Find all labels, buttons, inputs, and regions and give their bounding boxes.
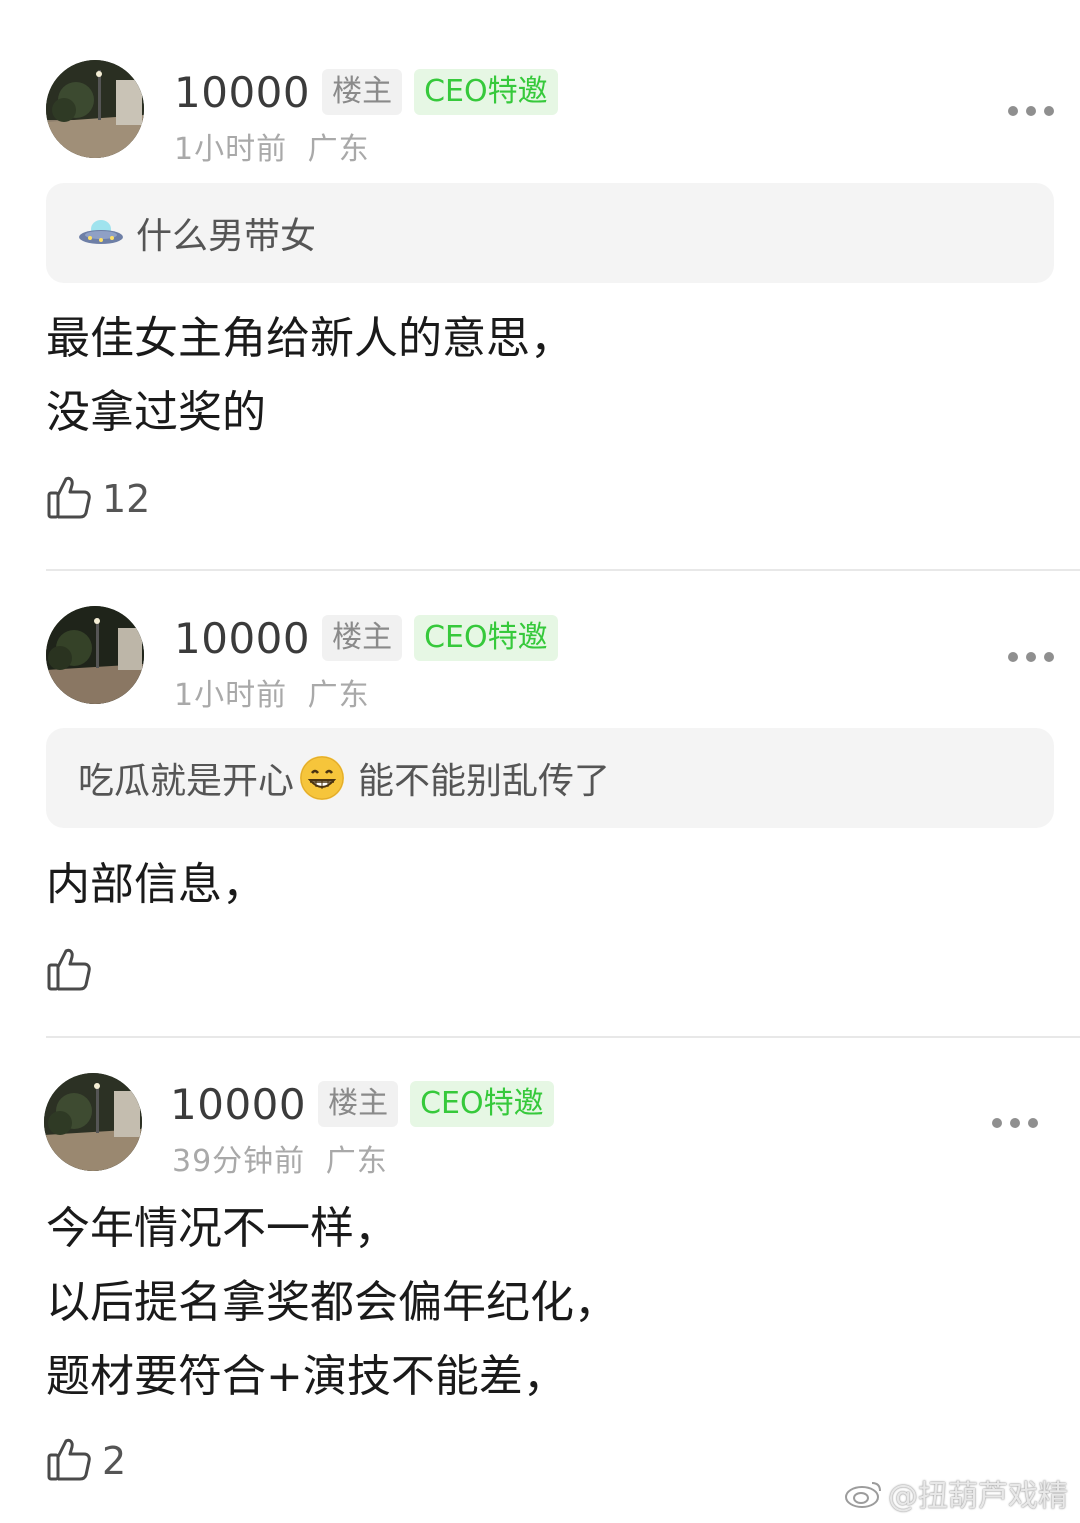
quoted-text: 什么男带女 [136, 216, 317, 257]
username[interactable]: 10000 [174, 68, 310, 117]
comment-body: 今年情况不一样， 以后提名拿奖都会偏年纪化， 题材要符合+演技不能差， [46, 1192, 618, 1414]
thumbs-up-icon [46, 1436, 92, 1486]
post-meta: 1小时前 广东 [174, 670, 370, 714]
like-button[interactable]: 2 [46, 1436, 126, 1486]
divider [46, 569, 1080, 571]
more-options-icon[interactable] [1008, 104, 1054, 118]
ceo-badge: CEO特邀 [410, 1081, 554, 1127]
comment-line: 今年情况不一样， [46, 1203, 398, 1254]
comment-line: 题材要符合+演技不能差， [46, 1351, 567, 1402]
ufo-icon [78, 215, 124, 251]
username[interactable]: 10000 [170, 1080, 306, 1129]
post-location: 广东 [307, 132, 370, 167]
quoted-reply[interactable]: 吃瓜就是开心 能不能别乱传了 [46, 728, 1054, 828]
like-count: 12 [102, 477, 151, 521]
avatar[interactable] [44, 1073, 142, 1171]
name-row: 10000 楼主 CEO特邀 [174, 612, 558, 664]
quoted-text: 吃瓜就是开心 [78, 761, 295, 802]
username[interactable]: 10000 [174, 614, 310, 663]
weibo-logo-icon [844, 1477, 884, 1509]
ceo-badge: CEO特邀 [414, 69, 558, 115]
name-row: 10000 楼主 CEO特邀 [170, 1078, 554, 1130]
quoted-text-after: 能不能别乱传了 [358, 761, 611, 802]
thumbs-up-icon [46, 946, 92, 996]
watermark: @扭葫芦戏精 [844, 1471, 1068, 1515]
more-options-icon[interactable] [992, 1116, 1038, 1130]
like-count: 2 [102, 1439, 127, 1483]
quoted-reply[interactable]: 什么男带女 [46, 183, 1054, 283]
watermark-text: @扭葫芦戏精 [888, 1479, 1068, 1514]
post-meta: 1小时前 广东 [174, 124, 370, 168]
more-options-icon[interactable] [1008, 650, 1054, 664]
post-meta: 39分钟前 广东 [172, 1136, 388, 1180]
post-location: 广东 [307, 678, 370, 713]
divider [46, 1036, 1080, 1038]
post-time: 1小时前 [174, 132, 288, 167]
host-badge: 楼主 [318, 1081, 399, 1127]
thumbs-up-icon [46, 474, 92, 524]
avatar[interactable] [46, 60, 144, 158]
ceo-badge: CEO特邀 [414, 615, 558, 661]
comment-line: 以后提名拿奖都会偏年纪化， [46, 1277, 618, 1328]
host-badge: 楼主 [322, 615, 403, 661]
like-button[interactable] [46, 946, 102, 996]
like-button[interactable]: 12 [46, 474, 150, 524]
host-badge: 楼主 [322, 69, 403, 115]
avatar[interactable] [46, 606, 144, 704]
post-location: 广东 [325, 1144, 388, 1179]
comment-line: 内部信息， [46, 859, 266, 910]
post-time: 1小时前 [174, 678, 288, 713]
comment-line: 最佳女主角给新人的意思， [46, 313, 574, 364]
post-time: 39分钟前 [172, 1144, 306, 1179]
comment-line: 没拿过奖的 [46, 387, 266, 438]
comment-body: 内部信息， [46, 848, 266, 922]
grinning-face-icon [300, 756, 345, 800]
comment-body: 最佳女主角给新人的意思， 没拿过奖的 [46, 302, 574, 450]
name-row: 10000 楼主 CEO特邀 [174, 66, 558, 118]
